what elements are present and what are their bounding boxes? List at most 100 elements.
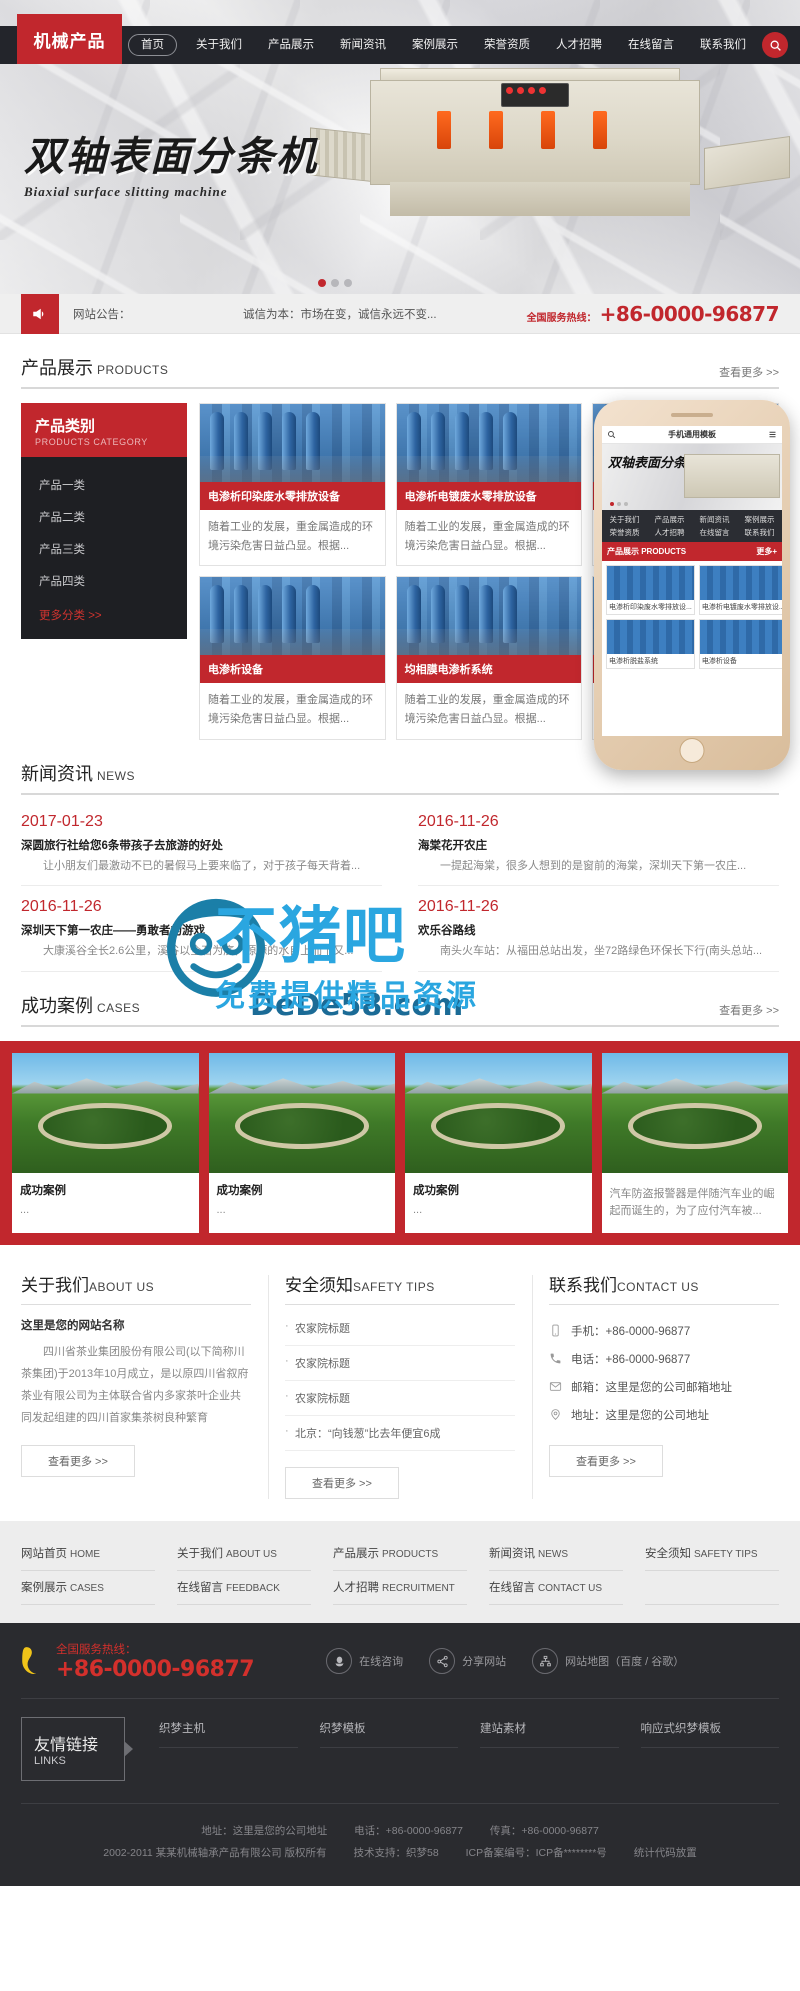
sitemap-icon <box>532 1648 559 1675</box>
footer-link-about[interactable]: 关于我们 ABOUT US <box>177 1537 311 1571</box>
category-item-2[interactable]: 产品二类 <box>21 501 187 533</box>
phone-product-caption: 电渗析电镀废水零排放设... <box>701 604 782 611</box>
safety-item[interactable]: 农家院标题 <box>285 1346 515 1381</box>
footer-link-news[interactable]: 新闻资讯 NEWS <box>489 1537 623 1571</box>
news-item[interactable]: 2016-11-26 海棠花开农庄 一提起海棠，很多人想到的是窗前的海棠，深圳天… <box>418 801 779 887</box>
search-button[interactable] <box>762 32 788 58</box>
copyright-phone: 电话：+86-0000-96877 <box>354 1824 463 1837</box>
about-text: 四川省茶业集团股份有限公司(以下简称川茶集团)于2013年10月成立，是以原四川… <box>21 1345 249 1424</box>
case-card[interactable]: 成功案例 ... <box>405 1052 592 1233</box>
site-logo[interactable]: 机械产品 <box>17 14 122 64</box>
phone-nav-item[interactable]: 荣誉资质 <box>602 526 647 539</box>
product-image <box>396 577 582 656</box>
phone-nav-item[interactable]: 联系我们 <box>737 526 782 539</box>
phone-hero-dots[interactable] <box>610 502 628 506</box>
footer-link-products[interactable]: 产品展示 PRODUCTS <box>333 1537 467 1571</box>
contact-column: 联系我们CONTACT US 手机：+86-0000-96877 电话：+86-… <box>532 1271 779 1499</box>
product-card[interactable]: 电渗析电镀废水零排放设备 随着工业的发展，重金属造成的环境污染危害日益凸显。根据… <box>395 403 583 567</box>
phone-nav-item[interactable]: 案例展示 <box>737 513 782 526</box>
phone-nav-item[interactable]: 新闻资讯 <box>692 513 737 526</box>
safety-item[interactable]: 农家院标题 <box>285 1381 515 1416</box>
news-title[interactable]: 深圆旅行社给您6条带孩子去旅游的好处 <box>21 837 382 853</box>
safety-item[interactable]: 农家院标题 <box>285 1311 515 1346</box>
product-card[interactable]: 电渗析印染废水零排放设备 随着工业的发展，重金属造成的环境污染危害日益凸显。根据… <box>199 403 386 567</box>
footer-link-cases[interactable]: 案例展示 CASES <box>21 1571 155 1605</box>
footer-link-safety[interactable]: 安全须知 SAFETY TIPS <box>645 1537 779 1571</box>
phone-topbar: 手机通用模板 <box>602 426 782 444</box>
product-card[interactable]: 均相膜电渗析系统 随着工业的发展，重金属造成的环境污染危害日益凸显。根据... <box>395 576 583 740</box>
footer-link-empty <box>645 1571 779 1605</box>
case-card[interactable]: 汽车防盗报警器是伴随汽车业的崛起而诞生的，为了应付汽车被... <box>601 1052 788 1233</box>
category-item-3[interactable]: 产品三类 <box>21 533 187 565</box>
phone-product-cell[interactable]: 电渗析设备 <box>698 619 782 669</box>
news-grid: 2017-01-23 深圆旅行社给您6条带孩子去旅游的好处 让小朋友们最激动不已… <box>21 801 779 972</box>
contact-text: 手机：+86-0000-96877 <box>571 1325 691 1338</box>
about-more-button[interactable]: 查看更多 >> <box>21 1444 135 1477</box>
nav-item-about[interactable]: 关于我们 <box>183 26 255 64</box>
phone-product-cell[interactable]: 电渗析印染废水零排放设... <box>606 565 695 615</box>
phone-section-more[interactable]: 更多+ <box>756 546 777 557</box>
main-nav: 首页 关于我们 产品展示 新闻资讯 案例展示 荣誉资质 人才招聘 在线留言 联系… <box>128 26 759 64</box>
category-item-1[interactable]: 产品一类 <box>21 469 187 501</box>
news-title[interactable]: 欢乐谷路线 <box>418 922 779 938</box>
footer-link-home[interactable]: 网站首页 HOME <box>21 1537 155 1571</box>
phone-speaker <box>671 413 713 417</box>
friendly-link[interactable]: 建站素材 <box>480 1717 619 1748</box>
category-item-4[interactable]: 产品四类 <box>21 565 187 597</box>
nav-item-feedback[interactable]: 在线留言 <box>615 26 687 64</box>
nav-item-contact[interactable]: 联系我们 <box>687 26 759 64</box>
nav-item-honors[interactable]: 荣誉资质 <box>471 26 543 64</box>
menu-icon[interactable] <box>768 430 777 439</box>
phone-product-cell[interactable]: 电渗析脱盐系统 <box>606 619 695 669</box>
cases-title-cn: 成功案例 <box>21 995 93 1016</box>
product-card[interactable]: 电渗析设备 随着工业的发展，重金属造成的环境污染危害日益凸显。根据... <box>199 576 386 740</box>
footer-link-en: PRODUCTS <box>382 1548 439 1560</box>
phone-nav-item[interactable]: 在线留言 <box>692 526 737 539</box>
contact-item-phone: 电话：+86-0000-96877 <box>549 1345 779 1373</box>
footer-action-consult[interactable]: 在线咨询 <box>326 1648 403 1675</box>
nav-item-products[interactable]: 产品展示 <box>255 26 327 64</box>
safety-item[interactable]: 北京：“向钱葱”比去年便宜6成 <box>285 1416 515 1451</box>
footer-link-contact[interactable]: 在线留言 CONTACT US <box>489 1571 623 1605</box>
news-item[interactable]: 2017-01-23 深圆旅行社给您6条带孩子去旅游的好处 让小朋友们最激动不已… <box>21 801 382 887</box>
notice-text[interactable]: 诚信为本：市场在变，诚信永远不变... <box>243 306 437 322</box>
footer-action-sitemap[interactable]: 网站地图（百度 / 谷歌） <box>532 1648 684 1675</box>
footer-action-share[interactable]: 分享网站 <box>429 1648 506 1675</box>
hero-title: 双轴表面分条机 Biaxial surface slitting machine <box>24 124 318 200</box>
phone-home-button[interactable] <box>679 738 705 763</box>
cases-title-en: CASES <box>97 1000 141 1015</box>
cases-more-link[interactable]: 查看更多 >> <box>719 1002 779 1018</box>
nav-item-cases[interactable]: 案例展示 <box>399 26 471 64</box>
news-item[interactable]: 2016-11-26 欢乐谷路线 南头火车站：从福田总站出发，坐72路绿色环保长… <box>418 886 779 972</box>
phone-nav-item[interactable]: 人才招聘 <box>647 526 692 539</box>
nav-item-home[interactable]: 首页 <box>128 34 177 56</box>
hero-dot-2[interactable] <box>331 279 339 287</box>
search-icon[interactable] <box>607 430 616 439</box>
friendly-link[interactable]: 响应式织梦模板 <box>640 1717 779 1748</box>
phone-nav-item[interactable]: 关于我们 <box>602 513 647 526</box>
products-more-link[interactable]: 查看更多 >> <box>719 364 779 380</box>
hero-carousel-dots[interactable] <box>318 279 352 287</box>
case-card[interactable]: 成功案例 ... <box>12 1052 199 1233</box>
category-more-link[interactable]: 更多分类 >> <box>21 597 187 625</box>
footer-link-feedback[interactable]: 在线留言 FEEDBACK <box>177 1571 311 1605</box>
news-title[interactable]: 深圳天下第一农庄——勇敢者的游戏 <box>21 922 382 938</box>
phone-nav-item[interactable]: 产品展示 <box>647 513 692 526</box>
hero-dot-1[interactable] <box>318 279 326 287</box>
footer-link-recruitment[interactable]: 人才招聘 RECRUITMENT <box>333 1571 467 1605</box>
footer-link-grid: 网站首页 HOME 关于我们 ABOUT US 产品展示 PRODUCTS 新闻资讯 N… <box>21 1537 779 1605</box>
news-item[interactable]: 2016-11-26 深圳天下第一农庄——勇敢者的游戏 大康溪谷全长2.6公里，… <box>21 886 382 972</box>
hero-dot-3[interactable] <box>344 279 352 287</box>
product-category-title-cn: 产品类别 <box>35 418 96 435</box>
case-card[interactable]: 成功案例 ... <box>208 1052 395 1233</box>
contact-more-button[interactable]: 查看更多 >> <box>549 1444 663 1477</box>
safety-more-button[interactable]: 查看更多 >> <box>285 1466 399 1499</box>
nav-item-recruitment[interactable]: 人才招聘 <box>543 26 615 64</box>
friendly-link[interactable]: 织梦模板 <box>319 1717 458 1748</box>
nav-item-news[interactable]: 新闻资讯 <box>327 26 399 64</box>
hero-banner: 机械产品 首页 关于我们 产品展示 新闻资讯 案例展示 荣誉资质 人才招聘 在线… <box>0 0 800 294</box>
info-section: 关于我们ABOUT US 这里是您的网站名称 四川省茶业集团股份有限公司(以下简… <box>21 1271 779 1521</box>
news-title[interactable]: 海棠花开农庄 <box>418 837 779 853</box>
friendly-link[interactable]: 织梦主机 <box>159 1717 298 1748</box>
phone-product-cell[interactable]: 电渗析电镀废水零排放设... <box>698 565 782 615</box>
